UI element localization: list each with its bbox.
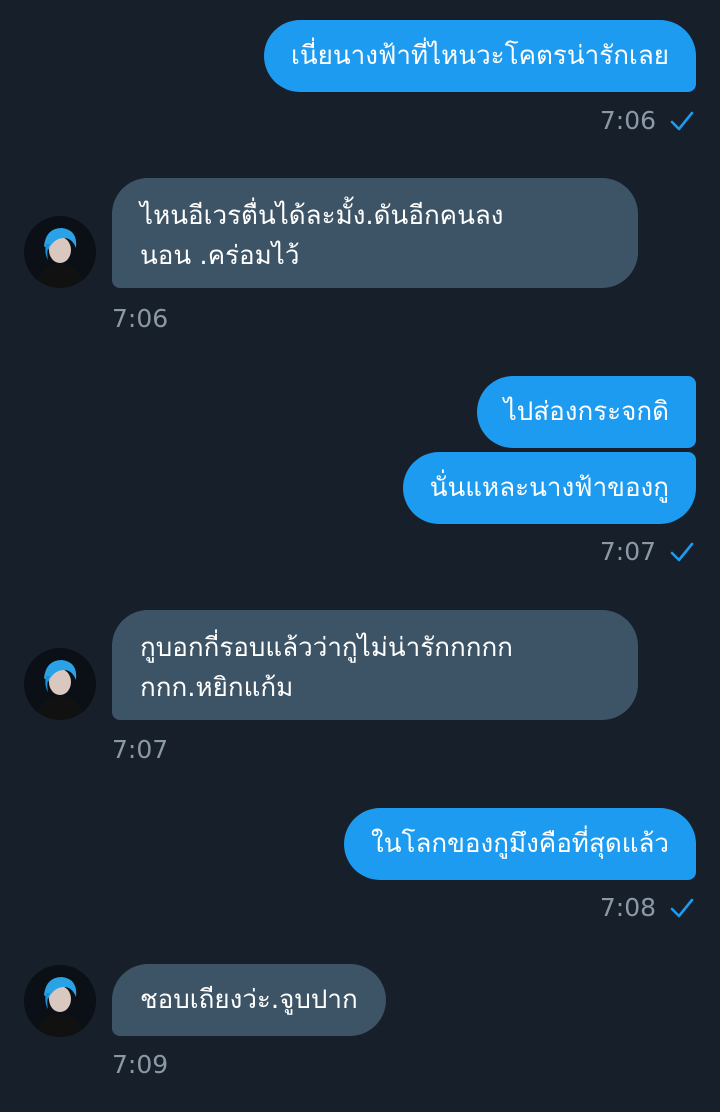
sent-message-bubble[interactable]: ในโลกของกูมึงคือที่สุดแล้ว — [344, 808, 696, 880]
timestamp: 7:06 — [112, 304, 169, 333]
message-text-line: ไหนอีเวรตื่นได้ละมั้ง.ดันอีกคนลง — [140, 201, 504, 231]
message-text-line: กกก.หยิกแก้ม — [140, 673, 294, 703]
message-status: 7:08 — [600, 893, 694, 923]
avatar-image — [24, 648, 96, 720]
avatar-image — [24, 965, 96, 1037]
message-text-line: กูบอกกี่รอบแล้วว่ากูไม่น่ารักกกกก — [140, 633, 513, 663]
avatar[interactable] — [24, 216, 96, 288]
avatar-image — [24, 216, 96, 288]
received-message-bubble[interactable]: กูบอกกี่รอบแล้วว่ากูไม่น่ารักกกกก กกก.หย… — [112, 610, 638, 720]
timestamp: 7:06 — [599, 106, 656, 135]
timestamp: 7:09 — [112, 1050, 169, 1079]
sent-message-bubble[interactable]: เนี่ยนางฟ้าที่ไหนวะโคตรน่ารักเลย — [263, 20, 696, 92]
sent-message-bubble[interactable]: ไปส่องกระจกดิ — [476, 376, 696, 448]
message-text-line: นอน .คร่อมไว้ — [140, 241, 300, 271]
avatar[interactable] — [24, 965, 96, 1037]
sent-message-bubble[interactable]: นั่นแหละนางฟ้าของกู — [402, 452, 696, 524]
timestamp: 7:07 — [112, 735, 169, 764]
message-text: ในโลกของกูมึงคือที่สุดแล้ว — [371, 829, 669, 859]
check-icon — [670, 542, 694, 562]
message-text: ชอบเถียงว่ะ.จูบปาก — [140, 985, 358, 1015]
avatar[interactable] — [24, 648, 96, 720]
check-icon — [670, 898, 694, 918]
received-message-bubble[interactable]: ไหนอีเวรตื่นได้ละมั้ง.ดันอีกคนลง นอน .คร… — [112, 178, 638, 288]
timestamp: 7:08 — [599, 893, 656, 922]
timestamp: 7:07 — [599, 537, 656, 566]
message-status: 7:06 — [600, 106, 694, 136]
message-text: ไปส่องกระจกดิ — [503, 397, 669, 427]
received-message-bubble[interactable]: ชอบเถียงว่ะ.จูบปาก — [112, 964, 386, 1036]
message-text: นั่นแหละนางฟ้าของกู — [429, 473, 669, 503]
message-text: เนี่ยนางฟ้าที่ไหนวะโคตรน่ารักเลย — [290, 41, 669, 71]
check-icon — [670, 111, 694, 131]
conversation-thread: เนี่ยนางฟ้าที่ไหนวะโคตรน่ารักเลย 7:06 ไห… — [0, 0, 720, 1112]
message-status: 7:07 — [600, 537, 694, 567]
